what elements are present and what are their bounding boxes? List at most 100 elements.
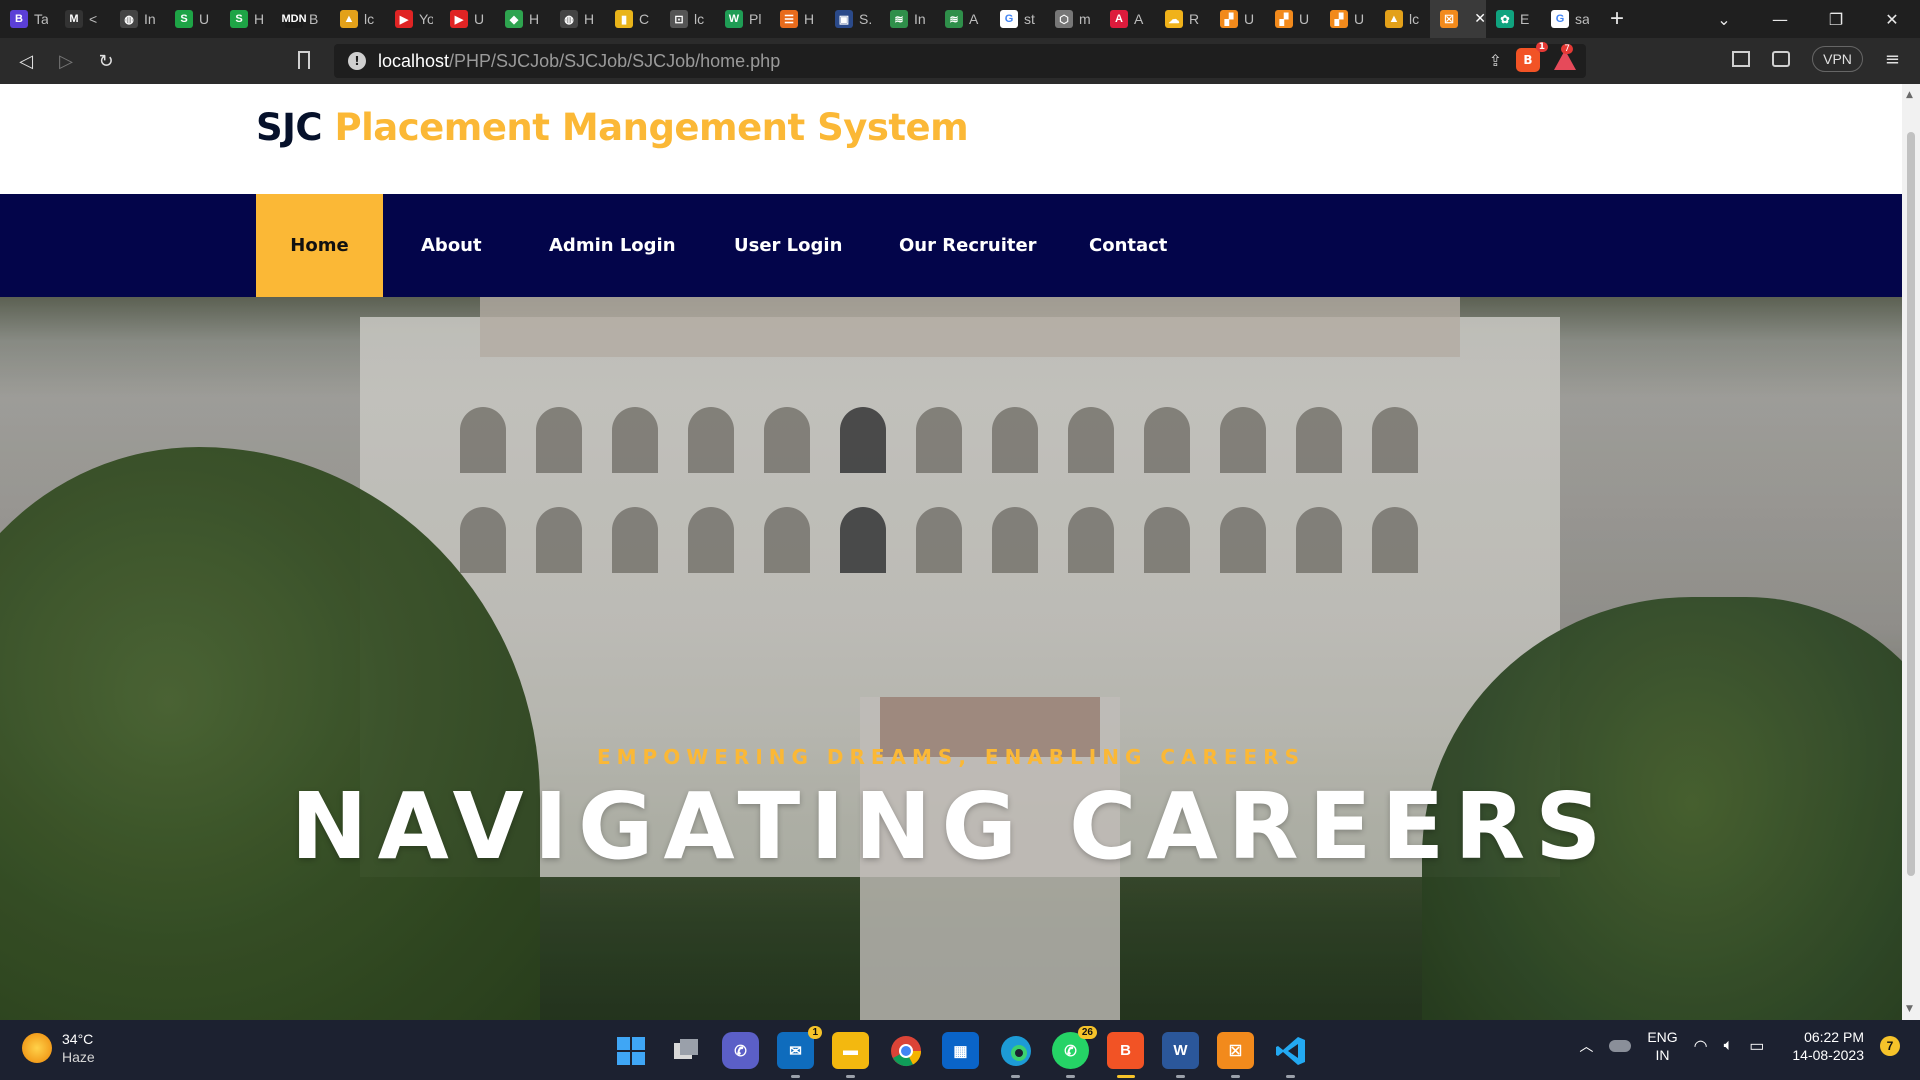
scroll-up-icon[interactable]: ▲ bbox=[1906, 90, 1913, 100]
scrollbar-thumb[interactable] bbox=[1907, 132, 1915, 876]
browser-tab[interactable]: W Pl bbox=[715, 0, 770, 38]
close-tab-icon[interactable]: ✕ bbox=[1474, 11, 1486, 27]
file-explorer-icon[interactable]: ▬ bbox=[832, 1032, 869, 1078]
restore-button[interactable]: ❐ bbox=[1808, 10, 1864, 29]
browser-tab[interactable]: ▶ U bbox=[440, 0, 495, 38]
mail-icon[interactable]: ✉ 1 bbox=[777, 1026, 822, 1078]
browser-tab[interactable]: ☰ H bbox=[770, 0, 825, 38]
browser-tab[interactable]: ⊡ lc bbox=[660, 0, 715, 38]
weather-widget[interactable]: 34°C Haze bbox=[22, 1030, 95, 1066]
browser-tab[interactable]: ☒ ✕ bbox=[1430, 0, 1486, 38]
close-window-button[interactable]: ✕ bbox=[1864, 10, 1920, 29]
browser-tab[interactable]: ▞ U bbox=[1210, 0, 1265, 38]
show-hidden-icons-chevron-icon[interactable]: ︿ bbox=[1579, 1036, 1593, 1056]
browser-tab[interactable]: ▮ C bbox=[605, 0, 660, 38]
store-icon[interactable]: ▦ bbox=[942, 1032, 979, 1069]
forward-button[interactable]: ▷ bbox=[46, 51, 86, 72]
notification-count-badge[interactable]: 7 bbox=[1880, 1036, 1900, 1056]
tab-title: lc bbox=[1409, 11, 1420, 27]
sidebar-toggle-icon[interactable] bbox=[1732, 51, 1751, 67]
wifi-icon[interactable]: ◠ bbox=[1694, 1036, 1708, 1056]
tab-search-chevron-icon[interactable]: ⌄ bbox=[1696, 10, 1752, 29]
tab-title: st bbox=[1024, 11, 1035, 27]
chrome-icon[interactable] bbox=[887, 1032, 924, 1069]
tab-favicon-icon: ▮ bbox=[615, 10, 633, 28]
browser-tab[interactable]: SH bbox=[220, 0, 275, 38]
volume-icon[interactable]: 🔈︎ bbox=[1724, 1037, 1734, 1055]
browser-tab[interactable]: SU bbox=[165, 0, 220, 38]
brave-shields-icon[interactable]: B 1 bbox=[1516, 42, 1548, 72]
scroll-down-icon[interactable]: ▼ bbox=[1906, 1004, 1913, 1014]
tab-title: A bbox=[969, 11, 979, 27]
browser-tab[interactable]: ◍ H bbox=[550, 0, 605, 38]
browser-tab[interactable]: M < bbox=[55, 0, 110, 38]
nav-our-recruiter[interactable]: Our Recruiter bbox=[899, 194, 1037, 297]
nav-contact[interactable]: Contact bbox=[1089, 194, 1167, 297]
windows-taskbar: 34°C Haze ✆ ✉ 1 ▬ ▦ ✆ 26 B W ☒ ︿ ENG IN … bbox=[0, 1020, 1920, 1080]
browser-tab[interactable]: ▲ lc bbox=[1375, 0, 1430, 38]
task-view-icon[interactable] bbox=[667, 1032, 704, 1069]
system-tray: ︿ ENG IN ◠ 🔈︎ ▭ 06:22 PM 14-08-2023 7 bbox=[1579, 1028, 1900, 1064]
browser-tab[interactable]: ◍ In bbox=[110, 0, 165, 38]
browser-tab[interactable]: ⬡ m bbox=[1045, 0, 1100, 38]
brave-rewards-icon[interactable]: 7 bbox=[1554, 44, 1576, 70]
new-tab-button[interactable]: + bbox=[1610, 5, 1624, 33]
browser-menu-icon[interactable]: ≡ bbox=[1885, 49, 1900, 70]
tab-title: U bbox=[1354, 11, 1365, 27]
page-scrollbar[interactable]: ▲ ▼ bbox=[1902, 84, 1920, 1020]
address-bar[interactable]: ! localhost /PHP/SJCJob/SJCJob/SJCJob/ho… bbox=[334, 42, 1586, 78]
vpn-button[interactable]: VPN bbox=[1812, 46, 1863, 72]
xampp-icon[interactable]: ☒ bbox=[1217, 1032, 1254, 1078]
tab-title: R bbox=[1189, 11, 1200, 27]
browser-tab[interactable]: ≋ In bbox=[880, 0, 935, 38]
browser-tab[interactable]: ≋ A bbox=[935, 0, 990, 38]
teams-chat-icon[interactable]: ✆ bbox=[722, 1032, 759, 1069]
minimize-button[interactable]: — bbox=[1752, 10, 1808, 29]
vscode-icon[interactable] bbox=[1272, 1032, 1309, 1078]
edge-icon[interactable] bbox=[997, 1032, 1034, 1078]
start-button[interactable] bbox=[612, 1032, 649, 1069]
tab-title: U bbox=[1299, 11, 1310, 27]
wallet-icon[interactable] bbox=[1772, 51, 1791, 67]
word-icon[interactable]: W bbox=[1162, 1032, 1199, 1078]
browser-tab[interactable]: ▞ U bbox=[1320, 0, 1375, 38]
nav-user-login[interactable]: User Login bbox=[734, 194, 842, 297]
tab-favicon-icon: ▞ bbox=[1330, 10, 1348, 28]
hero-banner: EMPOWERING DREAMS, ENABLING CAREERS NAVI… bbox=[0, 297, 1902, 1020]
browser-tab[interactable]: B Ta bbox=[0, 0, 55, 38]
back-button[interactable]: ◁ bbox=[6, 51, 46, 72]
reload-button[interactable]: ↻ bbox=[86, 51, 126, 72]
share-icon[interactable]: ⇪ bbox=[1489, 51, 1502, 70]
tab-title: sa bbox=[1575, 11, 1589, 27]
browser-tab[interactable]: ▲ lc bbox=[330, 0, 385, 38]
browser-tab[interactable]: ☁ R bbox=[1155, 0, 1210, 38]
nav-home[interactable]: Home bbox=[256, 194, 383, 297]
hero-overlay bbox=[0, 297, 1902, 1020]
browser-tab[interactable]: ✿ E bbox=[1486, 0, 1541, 38]
site-brand[interactable]: SJC Placement Mangement System bbox=[256, 106, 969, 149]
browser-tab[interactable]: Gsa bbox=[1541, 0, 1596, 38]
tab-favicon-icon: ☰ bbox=[780, 10, 798, 28]
nav-about[interactable]: About bbox=[421, 194, 482, 297]
brave-browser-icon[interactable]: B bbox=[1107, 1032, 1144, 1078]
battery-icon[interactable]: ▭ bbox=[1749, 1036, 1764, 1056]
browser-tab[interactable]: MDN B bbox=[275, 0, 330, 38]
input-language[interactable]: ENG IN bbox=[1647, 1028, 1677, 1064]
clock[interactable]: 06:22 PM 14-08-2023 bbox=[1792, 1028, 1864, 1064]
onedrive-cloud-icon[interactable] bbox=[1609, 1040, 1632, 1052]
site-info-icon[interactable]: ! bbox=[348, 52, 366, 70]
bookmark-icon[interactable] bbox=[298, 51, 310, 69]
browser-tab[interactable]: ▞ U bbox=[1265, 0, 1320, 38]
browser-tab[interactable]: ◆ H bbox=[495, 0, 550, 38]
weather-condition: Haze bbox=[62, 1049, 95, 1065]
nav-admin-login[interactable]: Admin Login bbox=[549, 194, 676, 297]
whatsapp-icon[interactable]: ✆ 26 bbox=[1052, 1026, 1097, 1078]
rewards-badge: 7 bbox=[1561, 44, 1573, 54]
tab-favicon-icon: M bbox=[65, 10, 83, 28]
main-nav: Home About Admin Login User Login Our Re… bbox=[0, 194, 1902, 297]
browser-tab[interactable]: AA bbox=[1100, 0, 1155, 38]
tab-title: E bbox=[1520, 11, 1530, 27]
browser-tab[interactable]: Gst bbox=[990, 0, 1045, 38]
browser-tab[interactable]: ▶ Yo bbox=[385, 0, 440, 38]
browser-tab[interactable]: ▣ S. bbox=[825, 0, 880, 38]
